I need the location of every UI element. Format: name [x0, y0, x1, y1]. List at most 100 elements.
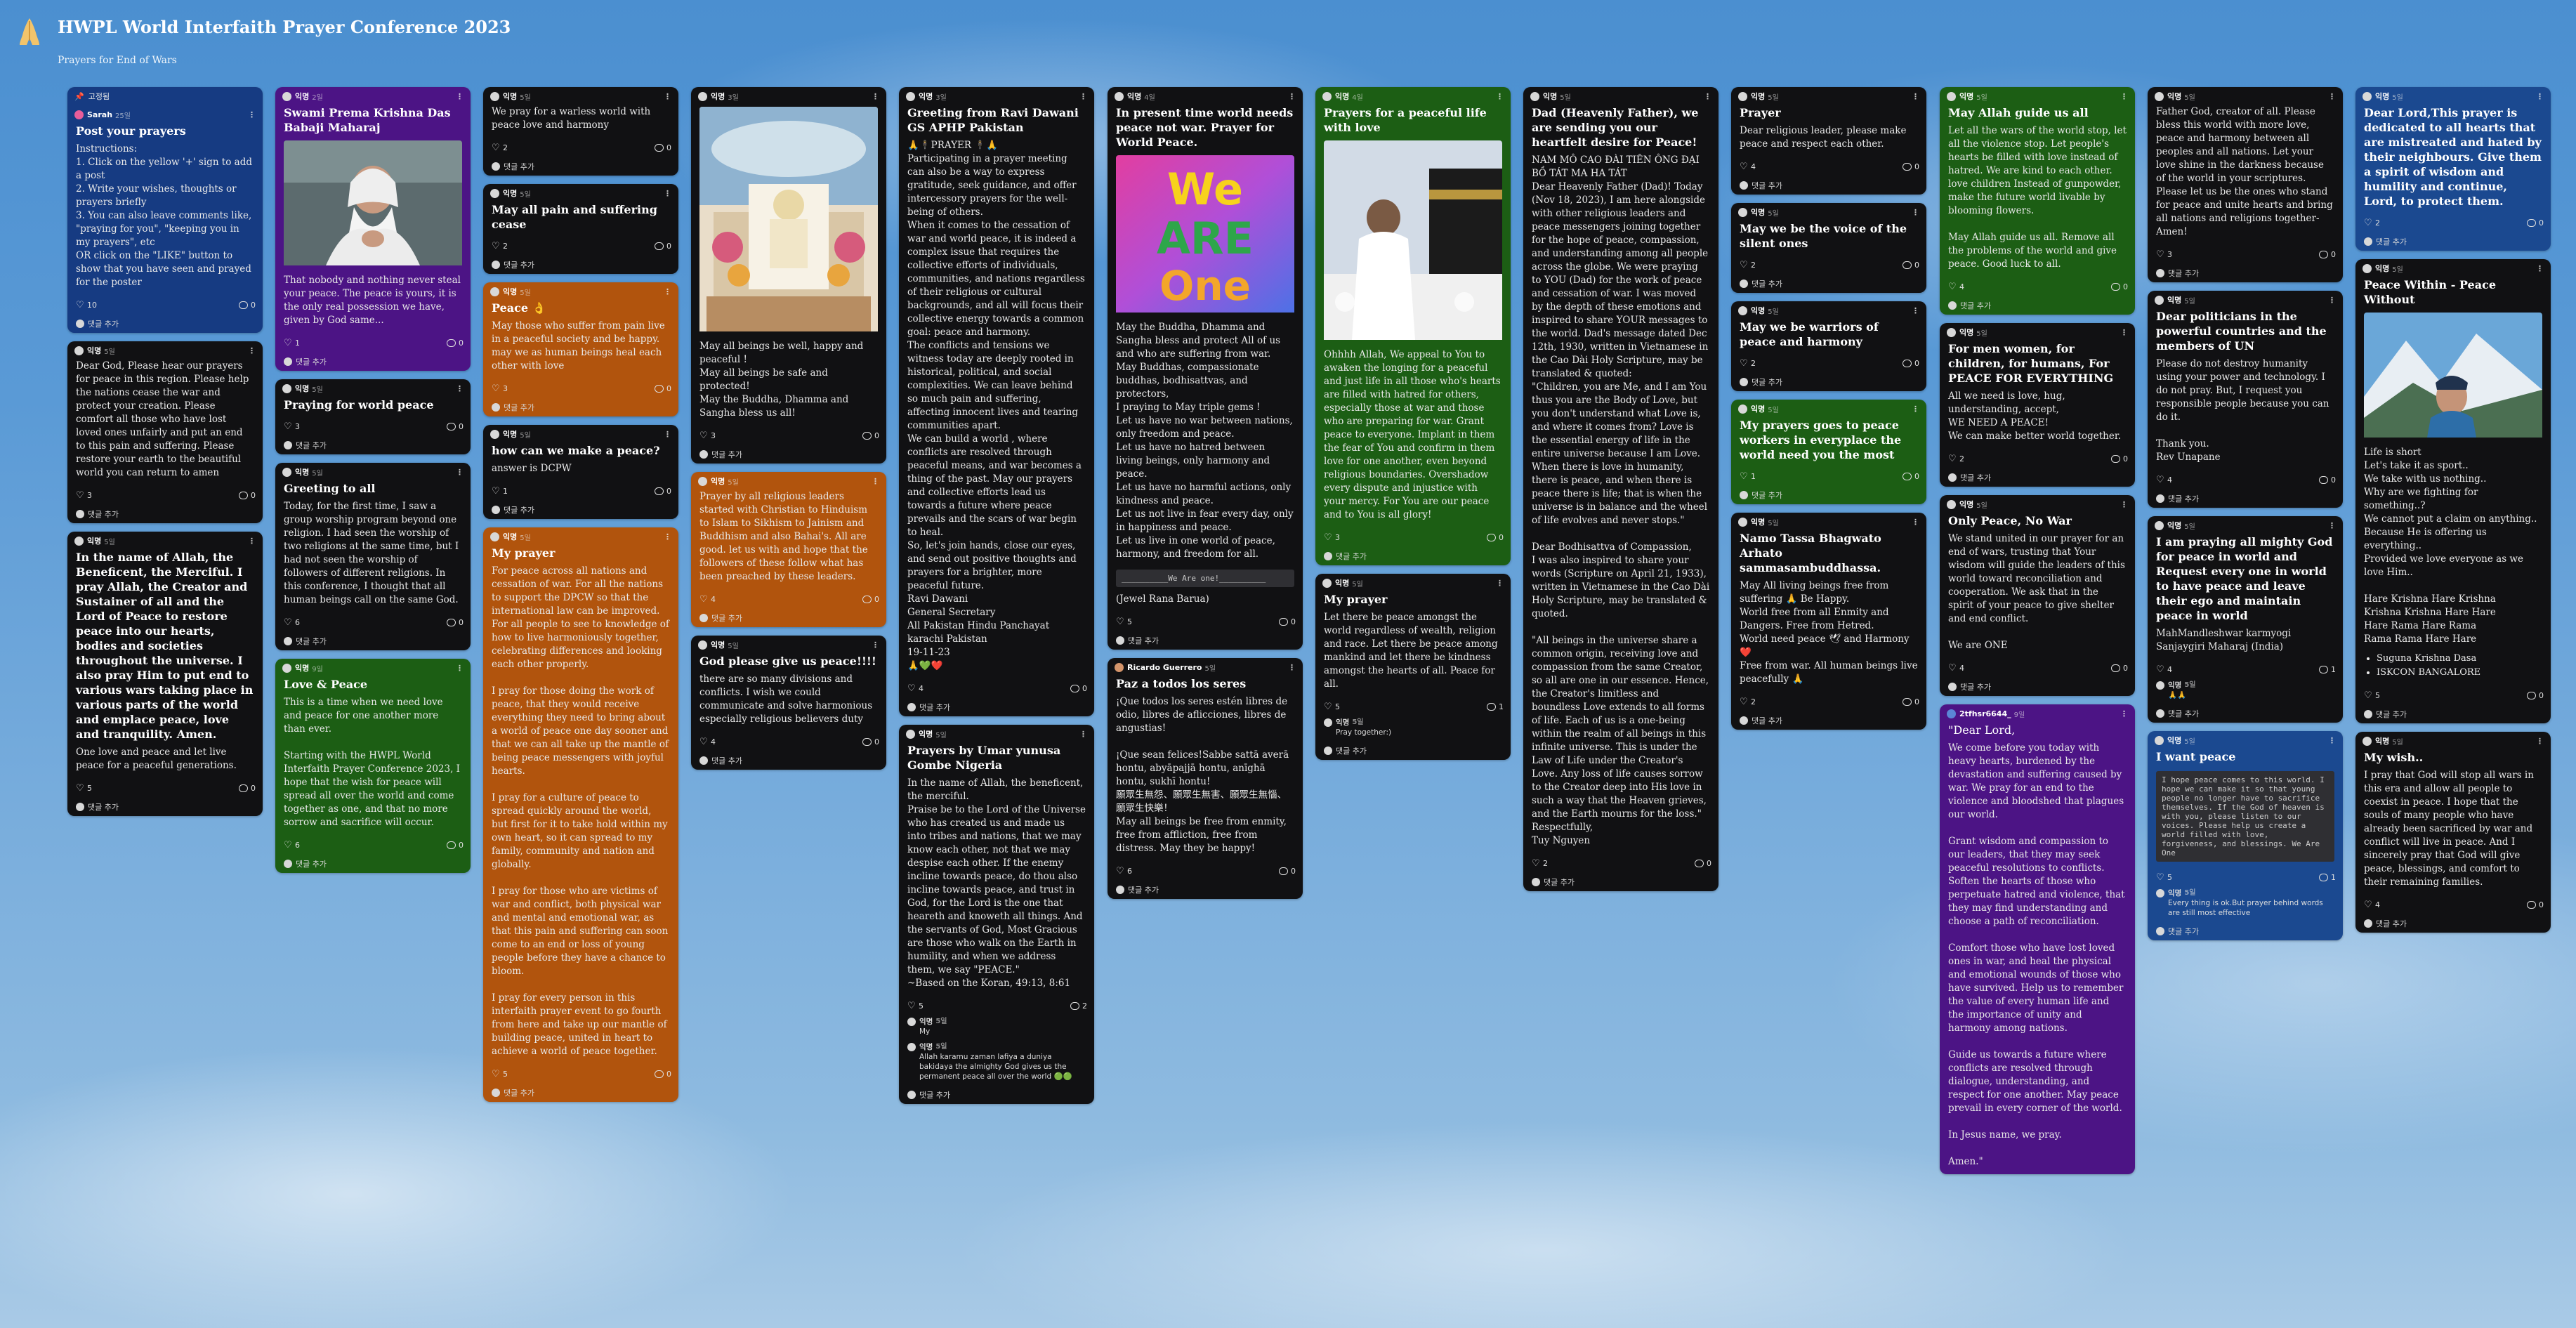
post-card[interactable]: 익명 5일 ⋮ In the name of Allah, the Beneficen…: [67, 532, 263, 816]
more-options-icon[interactable]: ⋮: [664, 532, 671, 541]
more-options-icon[interactable]: ⋮: [664, 189, 671, 198]
more-options-icon[interactable]: ⋮: [1912, 518, 1919, 527]
comment-count-button[interactable]: 0: [655, 384, 671, 393]
post-card[interactable]: 익명 5일 ⋮ My prayer For peace across all natio…: [483, 527, 678, 1102]
more-options-icon[interactable]: ⋮: [456, 468, 464, 477]
comment-count-button[interactable]: 0: [239, 491, 256, 500]
post-card[interactable]: 익명 4일 ⋮ Prayers for a peaceful life with lo…: [1315, 87, 1511, 565]
add-comment-button[interactable]: 댓글 추가: [483, 157, 678, 176]
add-comment-button[interactable]: 댓글 추가: [275, 632, 471, 650]
like-button[interactable]: 4: [2156, 665, 2172, 674]
post-card[interactable]: 익명 4일 ⋮ In present time world needs peace n…: [1108, 87, 1303, 650]
comment-count-button[interactable]: 0: [2111, 664, 2128, 673]
like-button[interactable]: 4: [699, 595, 716, 604]
post-card[interactable]: 익명 9일 ⋮ Love & Peace This is a time when we …: [275, 659, 471, 873]
add-comment-button[interactable]: 댓글 추가: [1315, 742, 1511, 760]
more-options-icon[interactable]: ⋮: [2328, 521, 2336, 530]
more-options-icon[interactable]: ⋮: [1496, 579, 1504, 588]
comment-count-button[interactable]: 0: [862, 737, 879, 747]
post-card[interactable]: 익명 2일 ⋮ Swami Prema Krishna Das Babaji Maha…: [275, 87, 471, 371]
add-comment-button[interactable]: 댓글 추가: [1731, 176, 1926, 195]
add-comment-button[interactable]: 댓글 추가: [1940, 468, 2135, 487]
more-options-icon[interactable]: ⋮: [2328, 92, 2336, 101]
like-button[interactable]: 1: [284, 338, 300, 348]
comment-count-button[interactable]: 0: [1903, 472, 1919, 481]
more-options-icon[interactable]: ⋮: [248, 346, 256, 355]
add-comment-button[interactable]: 댓글 추가: [275, 436, 471, 454]
post-card[interactable]: 2tfhsr6644_ 9일 ⋮ "Dear Lord, We come before …: [1940, 704, 2135, 1174]
post-card[interactable]: 익명 5일 ⋮ My prayer Let there be peace amongst…: [1315, 574, 1511, 760]
more-options-icon[interactable]: ⋮: [1079, 730, 1087, 739]
like-button[interactable]: 1: [1740, 472, 1756, 481]
add-comment-button[interactable]: 댓글 추가: [691, 609, 886, 627]
more-options-icon[interactable]: ⋮: [2536, 92, 2544, 101]
add-comment-button[interactable]: 댓글 추가: [2148, 264, 2343, 282]
add-comment-button[interactable]: 댓글 추가: [275, 353, 471, 371]
post-card[interactable]: Ricardo Guerrero 5일 ⋮ Paz a todos los seres…: [1108, 658, 1303, 899]
comment-count-button[interactable]: 0: [239, 784, 256, 793]
post-card[interactable]: 익명 5일 ⋮ Namo Tassa Bhagwato Arhato sammasam…: [1731, 513, 1926, 730]
like-button[interactable]: 5: [492, 1070, 508, 1079]
like-button[interactable]: 3: [699, 431, 716, 440]
add-comment-button[interactable]: 댓글 추가: [899, 1086, 1094, 1104]
more-options-icon[interactable]: ⋮: [2120, 328, 2128, 337]
like-button[interactable]: 2: [1948, 454, 1964, 464]
post-card[interactable]: 익명 5일 ⋮ May we be warriors of peace and har…: [1731, 301, 1926, 391]
comment-count-button[interactable]: 0: [655, 1070, 671, 1079]
more-options-icon[interactable]: ⋮: [248, 537, 256, 546]
more-options-icon[interactable]: ⋮: [1079, 92, 1087, 101]
more-options-icon[interactable]: ⋮: [1288, 92, 1296, 101]
comment-count-button[interactable]: 0: [1695, 859, 1711, 868]
comment-count-button[interactable]: 0: [862, 595, 879, 604]
add-comment-button[interactable]: 댓글 추가: [1940, 296, 2135, 315]
like-button[interactable]: 4: [1948, 282, 1964, 291]
comment-count-button[interactable]: 1: [1487, 702, 1504, 711]
more-options-icon[interactable]: ⋮: [872, 640, 879, 650]
post-card[interactable]: 익명 5일 ⋮ Peace 👌 May those who suffer from pa…: [483, 282, 678, 416]
add-comment-button[interactable]: 댓글 추가: [1731, 373, 1926, 391]
comment-count-button[interactable]: 1: [2319, 873, 2336, 882]
more-options-icon[interactable]: ⋮: [1496, 92, 1504, 101]
like-button[interactable]: 4: [1740, 162, 1756, 171]
comment-count-button[interactable]: 0: [1070, 684, 1087, 693]
like-button[interactable]: 4: [1948, 664, 1964, 673]
add-comment-button[interactable]: 댓글 추가: [67, 798, 263, 816]
comment-count-button[interactable]: 0: [447, 618, 464, 627]
more-options-icon[interactable]: ⋮: [664, 287, 671, 296]
post-card[interactable]: 익명 5일 ⋮ Prayer Dear religious leader, please…: [1731, 87, 1926, 195]
like-button[interactable]: 3: [492, 384, 508, 393]
post-card[interactable]: 익명 5일 ⋮ My prayers goes to peace workers in…: [1731, 400, 1926, 504]
post-card[interactable]: 익명 5일 ⋮ My wish.. I pray that God will stop …: [2355, 732, 2551, 933]
post-card[interactable]: 익명 5일 ⋮ May we be the voice of the silent o…: [1731, 203, 1926, 293]
add-comment-button[interactable]: 댓글 추가: [2148, 922, 2343, 940]
like-button[interactable]: 3: [1324, 533, 1340, 542]
more-options-icon[interactable]: ⋮: [2328, 736, 2336, 745]
comment-count-button[interactable]: 0: [1279, 867, 1296, 876]
like-button[interactable]: 2: [1532, 859, 1548, 868]
add-comment-button[interactable]: 댓글 추가: [275, 855, 471, 873]
comment-count-button[interactable]: 0: [1279, 617, 1296, 626]
like-button[interactable]: 5: [907, 1001, 924, 1011]
more-options-icon[interactable]: ⋮: [664, 430, 671, 439]
comment-count-button[interactable]: 0: [447, 841, 464, 850]
more-options-icon[interactable]: ⋮: [456, 92, 464, 101]
like-button[interactable]: 5: [2364, 691, 2380, 700]
add-comment-button[interactable]: 댓글 추가: [1108, 631, 1303, 650]
comment-count-button[interactable]: 0: [862, 431, 879, 440]
post-card[interactable]: 익명 5일 ⋮ I am praying all mighty God for pea…: [2148, 516, 2343, 723]
more-options-icon[interactable]: ⋮: [872, 92, 879, 101]
add-comment-button[interactable]: 댓글 추가: [1940, 678, 2135, 696]
more-options-icon[interactable]: ⋮: [1912, 92, 1919, 101]
like-button[interactable]: 5: [1324, 702, 1340, 711]
like-button[interactable]: 4: [2364, 900, 2380, 909]
more-options-icon[interactable]: ⋮: [1704, 92, 1711, 101]
more-options-icon[interactable]: ⋮: [664, 92, 671, 101]
post-card[interactable]: 익명 5일 ⋮ Only Peace, No War We stand united i…: [1940, 495, 2135, 696]
post-card[interactable]: 익명5일⋮Praying for world peace30댓글 추가: [275, 379, 471, 454]
more-options-icon[interactable]: ⋮: [1288, 663, 1296, 672]
post-card[interactable]: 익명 5일 ⋮ I want peace I hope peace comes to t…: [2148, 731, 2343, 940]
post-card[interactable]: 익명 5일 ⋮ how can we make a peace? answer is D…: [483, 425, 678, 519]
post-card[interactable]: 익명 5일 ⋮ For men women, for children, for hu…: [1940, 323, 2135, 487]
post-card[interactable]: 익명 5일 ⋮ Dear Lord,This prayer is dedicated …: [2355, 87, 2551, 251]
like-button[interactable]: 5: [2156, 873, 2172, 882]
